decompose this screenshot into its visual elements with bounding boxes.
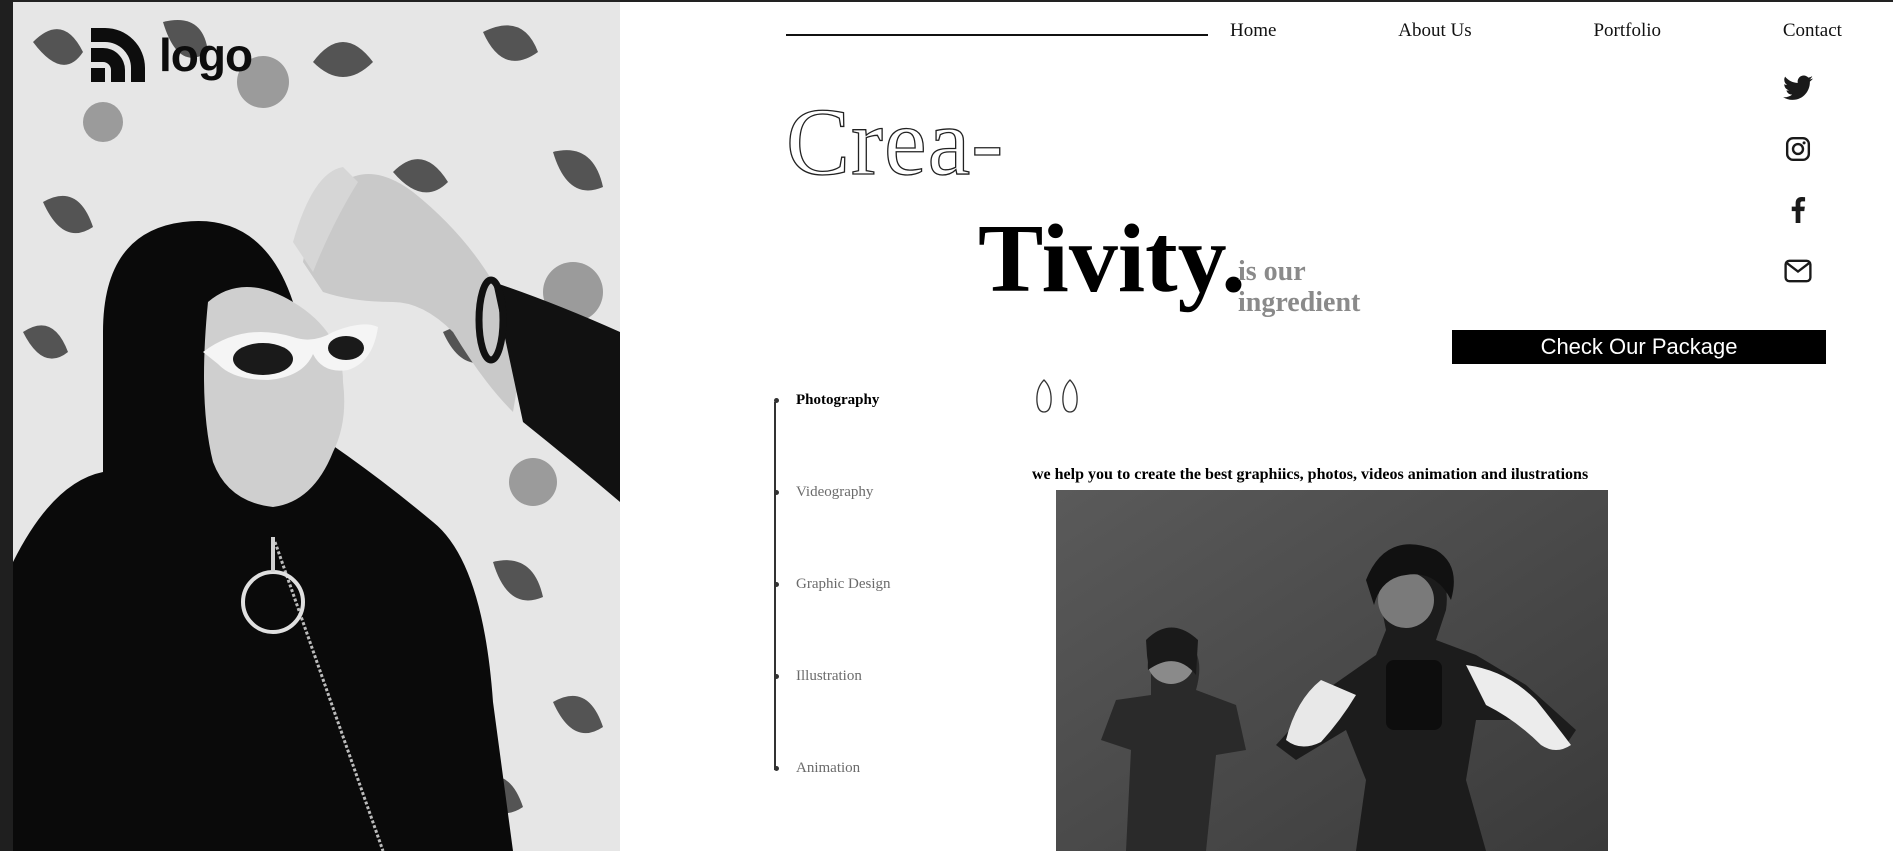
service-label: Graphic Design [796,576,891,592]
left-edge-strip [0,0,13,851]
timeline-dot [774,766,779,771]
timeline-dot [774,674,779,679]
nav-contact[interactable]: Contact [1783,20,1842,42]
service-photography[interactable]: Photography [770,392,879,409]
subtitle-line-1: is our [1238,256,1306,287]
service-illustration[interactable]: Illustration [770,668,862,685]
hero-photo: logo [13,2,620,851]
subtitle-line-2: ingredient [1238,287,1361,318]
service-graphic-design[interactable]: Graphic Design [770,576,891,593]
dancers-photo-illustration [1056,490,1608,851]
hero-photo-illustration [13,2,620,851]
timeline-dot [774,490,779,495]
check-package-button[interactable]: Check Our Package [1452,330,1826,364]
twitter-icon[interactable] [1780,70,1816,106]
social-links [1780,70,1816,314]
instagram-icon[interactable] [1780,131,1816,167]
quote-icon [1034,378,1084,419]
nav-divider [786,34,1208,36]
mail-icon[interactable] [1780,253,1816,289]
headline-subtitle: is our ingredient [1238,256,1360,318]
nav-portfolio[interactable]: Portfolio [1593,20,1661,42]
nav-about-us[interactable]: About Us [1398,20,1471,42]
headline-line-1: Crea- [785,88,1005,195]
headline-line-2: Tivity. [978,205,1246,313]
service-animation[interactable]: Animation [770,760,860,777]
service-videography[interactable]: Videography [770,484,873,501]
logo-text: logo [159,29,253,81]
main-nav: Home About Us Portfolio Contact [1230,20,1842,42]
nav-home[interactable]: Home [1230,20,1276,42]
logo-icon [91,28,145,82]
dancers-photo [1056,490,1608,851]
service-label: Illustration [796,668,862,684]
tagline: we help you to create the best graphiics… [1032,466,1589,483]
timeline-dot [774,398,779,403]
service-label: Photography [796,392,880,408]
facebook-icon[interactable] [1780,192,1816,228]
service-label: Videography [796,484,874,500]
timeline-dot [774,582,779,587]
logo[interactable]: logo [91,28,253,82]
service-label: Animation [796,760,861,776]
